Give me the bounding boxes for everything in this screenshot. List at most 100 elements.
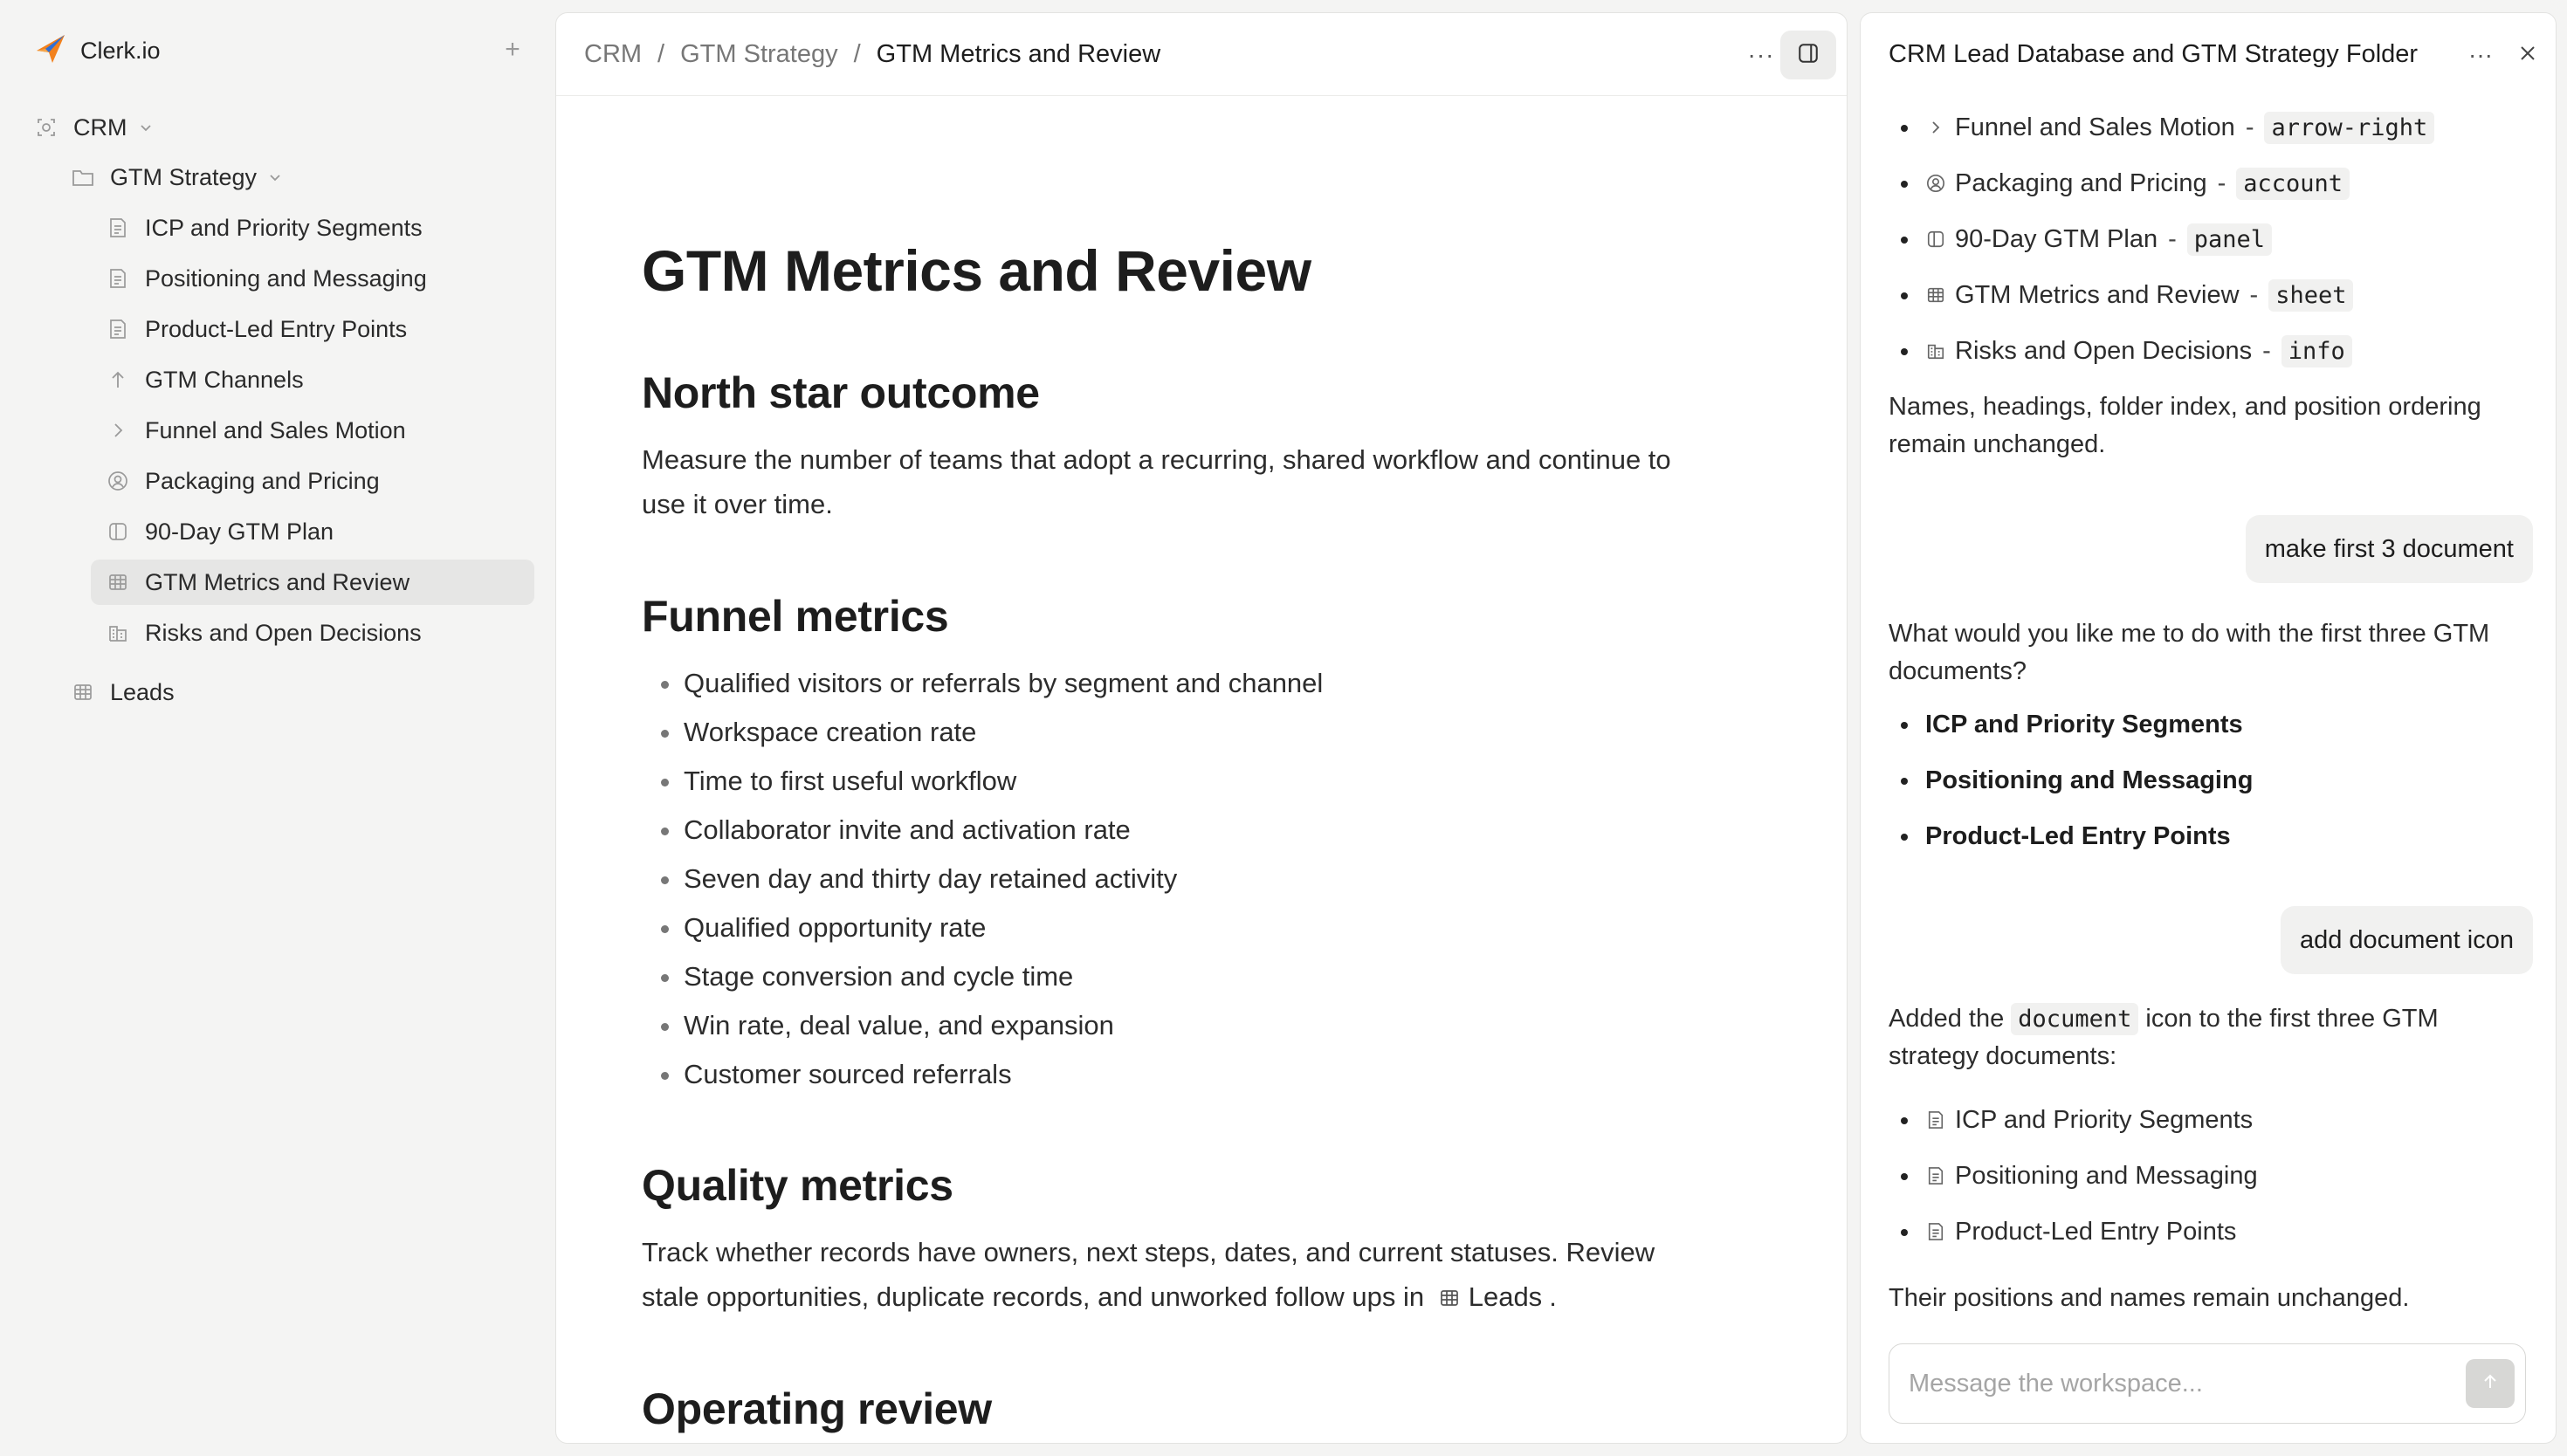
- chat-more-button[interactable]: ···: [2465, 39, 2496, 71]
- list-item: Stage conversion and cycle time: [642, 952, 1323, 1001]
- dash: -: [2217, 168, 2226, 197]
- breadcrumb-current: GTM Metrics and Review: [876, 39, 1161, 68]
- document-icon: [107, 216, 129, 239]
- close-button[interactable]: [2512, 39, 2543, 71]
- sidebar: Clerk.io + CRM GTM Strategy ICP and Prio…: [0, 0, 552, 1456]
- section-heading: North star outcome: [642, 368, 1040, 417]
- sheet-icon: [1925, 285, 1946, 306]
- chevron-down-icon[interactable]: [138, 120, 154, 135]
- sidebar-item-gtm-metrics[interactable]: GTM Metrics and Review: [91, 560, 534, 605]
- sidebar-item-label: GTM Channels: [145, 366, 304, 393]
- app-name: Clerk.io: [80, 37, 161, 64]
- user-message: make first 3 document: [2245, 515, 2533, 583]
- section-heading: Quality metrics: [642, 1161, 953, 1210]
- sidebar-item-90-day-plan[interactable]: 90-Day GTM Plan: [107, 509, 526, 554]
- assistant-message: Names, headings, folder index, and posit…: [1889, 393, 2481, 458]
- icon-change-list: Funnel and Sales Motion - arrow-right Pa…: [1889, 100, 2435, 379]
- icon-code: info: [2281, 334, 2352, 367]
- list-item: ICP and Priority Segments: [1889, 697, 2253, 752]
- icon-code: arrow-right: [2264, 111, 2435, 144]
- breadcrumb-separator: /: [657, 39, 665, 68]
- list-item: Customer sourced referrals: [642, 1050, 1323, 1099]
- arrow-up-icon: [2481, 1372, 2500, 1396]
- document-icon: [1925, 1221, 1946, 1242]
- close-icon: [2518, 44, 2537, 67]
- message-input[interactable]: [1907, 1363, 2434, 1404]
- list-item: Funnel and Sales Motion - arrow-right: [1889, 100, 2435, 155]
- breadcrumb-separator: /: [853, 39, 861, 68]
- sidebar-item-risks[interactable]: Risks and Open Decisions: [107, 610, 526, 656]
- send-button[interactable]: [2466, 1359, 2515, 1408]
- document-icon: [1925, 1109, 1946, 1130]
- sidebar-item-label: Risks and Open Decisions: [145, 619, 422, 646]
- sidebar-item-label: Product-Led Entry Points: [145, 315, 408, 342]
- user-message: add document icon: [2280, 906, 2533, 974]
- sidebar-item-crm[interactable]: CRM: [35, 105, 524, 150]
- icon-code: sheet: [2268, 278, 2354, 312]
- link-label: Leads: [1468, 1281, 1543, 1312]
- list-item: Workspace creation rate: [642, 708, 1323, 757]
- doc-name: Risks and Open Decisions: [1955, 336, 2253, 365]
- sidebar-item-label: CRM: [73, 113, 127, 141]
- assistant-message: What would you like me to do with the fi…: [1889, 620, 2490, 685]
- document-icon: [107, 318, 129, 340]
- chat-title: CRM Lead Database and GTM Strategy Folde…: [1889, 39, 2419, 68]
- chevron-down-icon[interactable]: [267, 169, 283, 185]
- section-heading: Operating review: [642, 1384, 992, 1433]
- breadcrumb-gtm-strategy[interactable]: GTM Strategy: [680, 40, 838, 69]
- doc-name: Positioning and Messaging: [1955, 1161, 2258, 1190]
- sidebar-item-label: Leads: [110, 678, 175, 705]
- doc-name: 90-Day GTM Plan: [1955, 224, 2158, 253]
- sidebar-item-gtm-strategy[interactable]: GTM Strategy: [72, 155, 526, 200]
- doc-name: GTM Metrics and Review: [1955, 280, 2240, 309]
- sidebar-item-funnel[interactable]: Funnel and Sales Motion: [107, 408, 526, 453]
- add-page-button[interactable]: +: [498, 35, 527, 65]
- dash: -: [2249, 280, 2259, 309]
- sheet-icon: [107, 571, 129, 594]
- assistant-message: Added the document icon to the first thr…: [1889, 1000, 2526, 1075]
- sheet-icon: [72, 681, 94, 704]
- list-item: Qualified visitors or referrals by segme…: [642, 659, 1323, 708]
- doc-name: ICP and Priority Segments: [1955, 1105, 2254, 1134]
- list-item: Risks and Open Decisions - info: [1889, 323, 2434, 379]
- sidebar-item-icp[interactable]: ICP and Priority Segments: [107, 205, 526, 251]
- more-options-button[interactable]: ···: [1745, 39, 1777, 71]
- doc-name: Product-Led Entry Points: [1955, 1217, 2237, 1246]
- list-item: Qualified opportunity rate: [642, 903, 1323, 952]
- sidebar-item-label: 90-Day GTM Plan: [145, 518, 334, 545]
- leads-link[interactable]: Leads: [1432, 1274, 1549, 1319]
- sidebar-item-leads[interactable]: Leads: [72, 670, 526, 715]
- sidebar-item-label: GTM Strategy: [110, 163, 258, 190]
- panel-icon: [107, 520, 129, 543]
- list-item: Positioning and Messaging: [1889, 1148, 2258, 1204]
- sidebar-item-product-led[interactable]: Product-Led Entry Points: [107, 306, 526, 352]
- sidebar-item-positioning[interactable]: Positioning and Messaging: [107, 256, 526, 301]
- brand[interactable]: Clerk.io: [33, 33, 161, 68]
- sidebar-item-gtm-channels[interactable]: GTM Channels: [107, 357, 526, 402]
- arrow-right-icon: [107, 419, 129, 442]
- sidebar-item-label: Positioning and Messaging: [145, 264, 427, 292]
- breadcrumb-crm[interactable]: CRM: [584, 40, 642, 69]
- assistant-message: Their positions and names remain unchang…: [1889, 1284, 2410, 1312]
- icon-code: document: [2011, 1003, 2139, 1035]
- paragraph: Track whether records have owners, next …: [642, 1230, 1716, 1319]
- section-heading: Funnel metrics: [642, 592, 949, 641]
- sidebar-item-label: Funnel and Sales Motion: [145, 416, 406, 443]
- arrow-right-icon: [1925, 117, 1946, 138]
- doc-name: Packaging and Pricing: [1955, 168, 2207, 197]
- folder-icon: [72, 166, 94, 189]
- breadcrumb: CRM / GTM Strategy / GTM Metrics and Rev…: [584, 13, 1160, 95]
- info-icon: [107, 622, 129, 644]
- info-icon: [1925, 340, 1946, 361]
- sidebar-item-packaging[interactable]: Packaging and Pricing: [107, 458, 526, 504]
- toggle-panel-button[interactable]: [1780, 31, 1836, 79]
- dash: -: [2168, 224, 2177, 253]
- list-item: 90-Day GTM Plan - panel: [1889, 211, 2434, 267]
- account-icon: [107, 470, 129, 492]
- list-item: ICP and Priority Segments: [1889, 1092, 2258, 1148]
- account-icon: [1925, 173, 1946, 194]
- list-item: Positioning and Messaging: [1889, 752, 2253, 808]
- list-item: Product-Led Entry Points: [1889, 808, 2253, 864]
- list-item: Packaging and Pricing - account: [1889, 155, 2434, 211]
- panel-icon: [1797, 42, 1820, 69]
